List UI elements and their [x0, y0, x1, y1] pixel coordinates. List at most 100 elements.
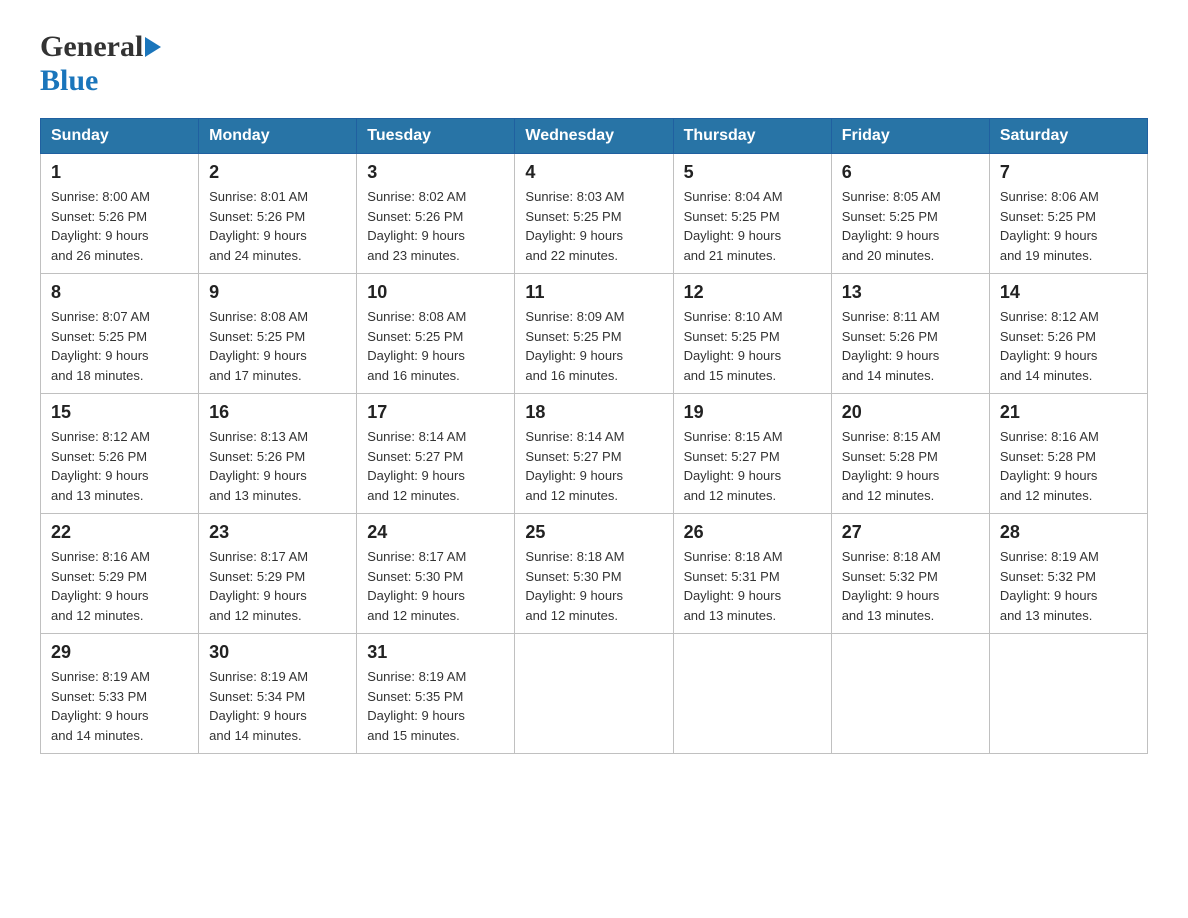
day-info: Sunrise: 8:10 AMSunset: 5:25 PMDaylight:… [684, 309, 783, 383]
day-number: 6 [842, 162, 979, 183]
day-number: 2 [209, 162, 346, 183]
calendar-table: SundayMondayTuesdayWednesdayThursdayFrid… [40, 118, 1148, 754]
calendar-cell: 2 Sunrise: 8:01 AMSunset: 5:26 PMDayligh… [199, 154, 357, 274]
day-info: Sunrise: 8:05 AMSunset: 5:25 PMDaylight:… [842, 189, 941, 263]
calendar-cell: 26 Sunrise: 8:18 AMSunset: 5:31 PMDaylig… [673, 514, 831, 634]
day-number: 23 [209, 522, 346, 543]
day-info: Sunrise: 8:19 AMSunset: 5:33 PMDaylight:… [51, 669, 150, 743]
day-number: 18 [525, 402, 662, 423]
day-number: 1 [51, 162, 188, 183]
day-info: Sunrise: 8:04 AMSunset: 5:25 PMDaylight:… [684, 189, 783, 263]
calendar-cell: 10 Sunrise: 8:08 AMSunset: 5:25 PMDaylig… [357, 274, 515, 394]
day-info: Sunrise: 8:16 AMSunset: 5:28 PMDaylight:… [1000, 429, 1099, 503]
day-number: 13 [842, 282, 979, 303]
calendar-cell: 16 Sunrise: 8:13 AMSunset: 5:26 PMDaylig… [199, 394, 357, 514]
logo-general-text: General [40, 30, 143, 64]
day-number: 20 [842, 402, 979, 423]
day-number: 11 [525, 282, 662, 303]
calendar-cell: 8 Sunrise: 8:07 AMSunset: 5:25 PMDayligh… [41, 274, 199, 394]
calendar-header-monday: Monday [199, 119, 357, 154]
calendar-cell: 12 Sunrise: 8:10 AMSunset: 5:25 PMDaylig… [673, 274, 831, 394]
calendar-header-tuesday: Tuesday [357, 119, 515, 154]
calendar-cell: 5 Sunrise: 8:04 AMSunset: 5:25 PMDayligh… [673, 154, 831, 274]
page-header: General Blue [40, 30, 1148, 98]
day-number: 3 [367, 162, 504, 183]
calendar-cell: 4 Sunrise: 8:03 AMSunset: 5:25 PMDayligh… [515, 154, 673, 274]
day-info: Sunrise: 8:03 AMSunset: 5:25 PMDaylight:… [525, 189, 624, 263]
day-info: Sunrise: 8:00 AMSunset: 5:26 PMDaylight:… [51, 189, 150, 263]
day-info: Sunrise: 8:17 AMSunset: 5:29 PMDaylight:… [209, 549, 308, 623]
day-info: Sunrise: 8:06 AMSunset: 5:25 PMDaylight:… [1000, 189, 1099, 263]
day-number: 29 [51, 642, 188, 663]
day-info: Sunrise: 8:12 AMSunset: 5:26 PMDaylight:… [51, 429, 150, 503]
day-info: Sunrise: 8:16 AMSunset: 5:29 PMDaylight:… [51, 549, 150, 623]
day-number: 31 [367, 642, 504, 663]
calendar-cell: 18 Sunrise: 8:14 AMSunset: 5:27 PMDaylig… [515, 394, 673, 514]
calendar-cell: 19 Sunrise: 8:15 AMSunset: 5:27 PMDaylig… [673, 394, 831, 514]
day-info: Sunrise: 8:18 AMSunset: 5:31 PMDaylight:… [684, 549, 783, 623]
calendar-cell: 28 Sunrise: 8:19 AMSunset: 5:32 PMDaylig… [989, 514, 1147, 634]
calendar-cell [515, 634, 673, 754]
calendar-cell: 14 Sunrise: 8:12 AMSunset: 5:26 PMDaylig… [989, 274, 1147, 394]
calendar-cell: 29 Sunrise: 8:19 AMSunset: 5:33 PMDaylig… [41, 634, 199, 754]
calendar-cell: 20 Sunrise: 8:15 AMSunset: 5:28 PMDaylig… [831, 394, 989, 514]
day-info: Sunrise: 8:12 AMSunset: 5:26 PMDaylight:… [1000, 309, 1099, 383]
calendar-cell: 7 Sunrise: 8:06 AMSunset: 5:25 PMDayligh… [989, 154, 1147, 274]
calendar-cell: 27 Sunrise: 8:18 AMSunset: 5:32 PMDaylig… [831, 514, 989, 634]
day-number: 27 [842, 522, 979, 543]
calendar-cell: 1 Sunrise: 8:00 AMSunset: 5:26 PMDayligh… [41, 154, 199, 274]
day-number: 17 [367, 402, 504, 423]
logo-triangle-icon [145, 37, 161, 57]
calendar-header-thursday: Thursday [673, 119, 831, 154]
calendar-cell: 31 Sunrise: 8:19 AMSunset: 5:35 PMDaylig… [357, 634, 515, 754]
day-info: Sunrise: 8:07 AMSunset: 5:25 PMDaylight:… [51, 309, 150, 383]
day-number: 14 [1000, 282, 1137, 303]
day-info: Sunrise: 8:15 AMSunset: 5:28 PMDaylight:… [842, 429, 941, 503]
calendar-week-row: 1 Sunrise: 8:00 AMSunset: 5:26 PMDayligh… [41, 154, 1148, 274]
day-info: Sunrise: 8:18 AMSunset: 5:32 PMDaylight:… [842, 549, 941, 623]
calendar-cell: 11 Sunrise: 8:09 AMSunset: 5:25 PMDaylig… [515, 274, 673, 394]
calendar-week-row: 22 Sunrise: 8:16 AMSunset: 5:29 PMDaylig… [41, 514, 1148, 634]
calendar-cell: 15 Sunrise: 8:12 AMSunset: 5:26 PMDaylig… [41, 394, 199, 514]
calendar-cell: 22 Sunrise: 8:16 AMSunset: 5:29 PMDaylig… [41, 514, 199, 634]
calendar-cell [673, 634, 831, 754]
day-info: Sunrise: 8:19 AMSunset: 5:34 PMDaylight:… [209, 669, 308, 743]
calendar-cell: 30 Sunrise: 8:19 AMSunset: 5:34 PMDaylig… [199, 634, 357, 754]
day-info: Sunrise: 8:14 AMSunset: 5:27 PMDaylight:… [525, 429, 624, 503]
day-info: Sunrise: 8:19 AMSunset: 5:32 PMDaylight:… [1000, 549, 1099, 623]
day-number: 16 [209, 402, 346, 423]
calendar-cell: 21 Sunrise: 8:16 AMSunset: 5:28 PMDaylig… [989, 394, 1147, 514]
day-number: 21 [1000, 402, 1137, 423]
day-number: 22 [51, 522, 188, 543]
day-info: Sunrise: 8:14 AMSunset: 5:27 PMDaylight:… [367, 429, 466, 503]
day-info: Sunrise: 8:02 AMSunset: 5:26 PMDaylight:… [367, 189, 466, 263]
logo: General Blue [40, 30, 161, 98]
day-number: 7 [1000, 162, 1137, 183]
calendar-cell [831, 634, 989, 754]
calendar-cell: 17 Sunrise: 8:14 AMSunset: 5:27 PMDaylig… [357, 394, 515, 514]
calendar-cell: 9 Sunrise: 8:08 AMSunset: 5:25 PMDayligh… [199, 274, 357, 394]
day-number: 5 [684, 162, 821, 183]
logo-blue-text: Blue [40, 64, 98, 97]
day-info: Sunrise: 8:17 AMSunset: 5:30 PMDaylight:… [367, 549, 466, 623]
calendar-header-wednesday: Wednesday [515, 119, 673, 154]
calendar-cell: 6 Sunrise: 8:05 AMSunset: 5:25 PMDayligh… [831, 154, 989, 274]
day-info: Sunrise: 8:11 AMSunset: 5:26 PMDaylight:… [842, 309, 940, 383]
day-number: 4 [525, 162, 662, 183]
day-info: Sunrise: 8:18 AMSunset: 5:30 PMDaylight:… [525, 549, 624, 623]
day-number: 8 [51, 282, 188, 303]
calendar-week-row: 29 Sunrise: 8:19 AMSunset: 5:33 PMDaylig… [41, 634, 1148, 754]
day-info: Sunrise: 8:08 AMSunset: 5:25 PMDaylight:… [209, 309, 308, 383]
day-info: Sunrise: 8:08 AMSunset: 5:25 PMDaylight:… [367, 309, 466, 383]
day-number: 19 [684, 402, 821, 423]
day-number: 10 [367, 282, 504, 303]
day-info: Sunrise: 8:13 AMSunset: 5:26 PMDaylight:… [209, 429, 308, 503]
calendar-cell: 24 Sunrise: 8:17 AMSunset: 5:30 PMDaylig… [357, 514, 515, 634]
day-number: 15 [51, 402, 188, 423]
day-info: Sunrise: 8:01 AMSunset: 5:26 PMDaylight:… [209, 189, 308, 263]
calendar-cell: 3 Sunrise: 8:02 AMSunset: 5:26 PMDayligh… [357, 154, 515, 274]
day-info: Sunrise: 8:15 AMSunset: 5:27 PMDaylight:… [684, 429, 783, 503]
calendar-header-friday: Friday [831, 119, 989, 154]
calendar-header-saturday: Saturday [989, 119, 1147, 154]
day-number: 26 [684, 522, 821, 543]
